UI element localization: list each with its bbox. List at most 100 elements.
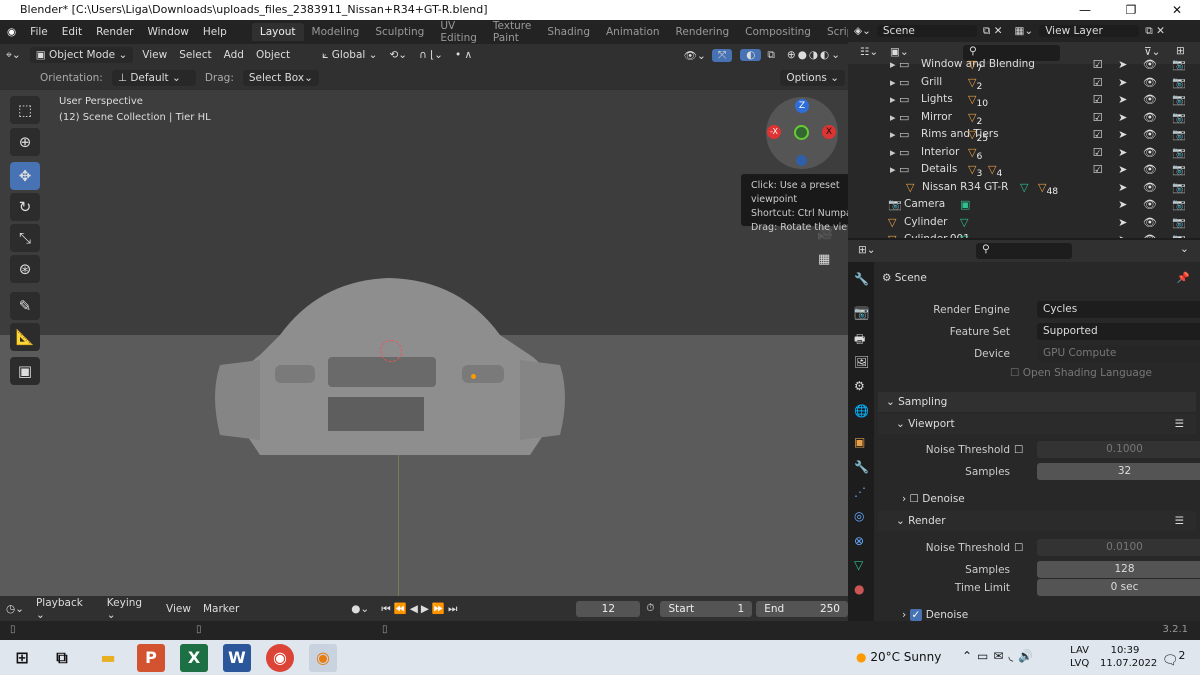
clock[interactable]: 10:39 11.07.2022 xyxy=(1100,644,1157,670)
notifications-icon[interactable]: 🗨2 xyxy=(1162,649,1185,668)
stopwatch-icon[interactable]: ⏱ xyxy=(640,602,660,615)
tab-sculpting[interactable]: Sculpting xyxy=(367,23,432,41)
tab-shading[interactable]: Shading xyxy=(539,23,598,41)
r-denoise-checkbox[interactable]: ✓ xyxy=(909,609,923,621)
visibility-toggles[interactable]: ☑ ➤ 👁 📷 xyxy=(1093,144,1192,162)
sampling-panel-header[interactable]: ⌄ Sampling xyxy=(878,392,1196,412)
material-tab-icon[interactable]: ● xyxy=(854,582,864,596)
menu-help[interactable]: Help xyxy=(196,26,234,38)
maximize-button[interactable]: ❐ xyxy=(1108,0,1154,20)
outliner-row[interactable]: ▸ ▭ Interior ▽6 ☑ ➤ 👁 📷 xyxy=(848,144,1200,162)
visibility-toggles[interactable]: ☑ ➤ 👁 📷 xyxy=(1093,74,1192,92)
vp-samples-field[interactable]: 32 xyxy=(1037,463,1200,480)
r-noise-checkbox[interactable]: ☐ xyxy=(1014,538,1023,558)
outliner-row[interactable]: ▸ ▭ Lights ▽10 ☑ ➤ 👁 📷 xyxy=(848,91,1200,109)
tab-rendering[interactable]: Rendering xyxy=(668,23,738,41)
visibility-toggles[interactable]: ☑ ➤ 👁 📷 xyxy=(1093,109,1192,127)
weather-widget[interactable]: ● 20°C Sunny xyxy=(856,650,941,664)
blender-taskbar-icon[interactable]: ◉ xyxy=(309,644,337,672)
visibility-toggles[interactable]: ➤ 👁 📷 xyxy=(1118,196,1192,214)
object-data-icon[interactable]: ▽ xyxy=(960,214,968,232)
new-view-layer-icon[interactable]: ⧉ ✕ xyxy=(1139,25,1171,38)
r-denoise-row[interactable]: › ✓ Denoise xyxy=(874,605,1200,621)
render-subpanel-header[interactable]: ⌄ Render ☰ xyxy=(878,511,1196,531)
editor-type-icon[interactable]: ⌖⌄ xyxy=(0,49,27,62)
add-cube-tool[interactable]: ▣ xyxy=(10,357,40,385)
data-tab-icon[interactable]: ▽ xyxy=(854,558,863,572)
object-data-icon[interactable]: ▣ xyxy=(960,196,970,214)
shading-modes-icon[interactable]: ⊕●◑◐⌄ xyxy=(781,49,848,61)
constraints-tab-icon[interactable]: ⊗ xyxy=(854,534,864,548)
annotate-tool[interactable]: ✎ xyxy=(10,292,40,320)
blender-logo-icon[interactable]: ◉ xyxy=(0,26,23,38)
file-explorer-icon[interactable]: ▬ xyxy=(94,644,122,672)
gizmo-z-axis[interactable]: Z xyxy=(795,99,809,113)
end-frame-field[interactable]: End 250 xyxy=(756,600,848,617)
start-frame-field[interactable]: Start 1 xyxy=(660,600,753,617)
menu-keying[interactable]: Keying ⌄ xyxy=(101,597,160,621)
particles-tab-icon[interactable]: ⋰ xyxy=(854,485,866,499)
3d-cursor-icon[interactable] xyxy=(380,340,402,362)
outliner-row[interactable]: ▽ Cylinder ▽ ➤ 👁 📷 xyxy=(848,214,1200,232)
tab-texture-paint[interactable]: Texture Paint xyxy=(485,17,539,47)
tab-uv-editing[interactable]: UV Editing xyxy=(432,17,485,47)
menu-edit[interactable]: Edit xyxy=(55,26,89,38)
physics-tab-icon[interactable]: ◎ xyxy=(854,509,864,523)
object-data-icon[interactable]: ▽ xyxy=(1020,179,1028,197)
close-button[interactable]: ✕ xyxy=(1154,0,1200,20)
outliner-row[interactable]: ▸ ▭ Mirror ▽2 ☑ ➤ 👁 📷 xyxy=(848,109,1200,127)
proportional-edit-icon[interactable]: • ∧ xyxy=(449,49,478,61)
gizmo-neg-x-axis[interactable]: -X xyxy=(767,125,781,139)
visibility-toggles[interactable]: ☑ ➤ 👁 📷 xyxy=(1093,56,1192,74)
powerpoint-icon[interactable]: P xyxy=(137,644,165,672)
editor-type-icon[interactable]: ⊞⌄ xyxy=(858,244,876,256)
osl-checkbox[interactable]: ☐ Open Shading Language xyxy=(1010,363,1152,383)
feature-set-dropdown[interactable]: Supported xyxy=(1037,323,1200,340)
properties-search-input[interactable]: ⚲ xyxy=(976,243,1072,259)
vp-noise-field[interactable]: 0.1000 xyxy=(1037,441,1200,458)
scale-tool[interactable]: ⤡ xyxy=(10,224,40,252)
outliner-row[interactable]: 📷 Camera ▣ ➤ 👁 📷 xyxy=(848,196,1200,214)
view-layer-selector[interactable]: View Layer xyxy=(1039,25,1140,37)
measure-tool[interactable]: 📐 xyxy=(10,323,40,351)
outliner-row[interactable]: ▸ ▭ Rims and Tiers ▽25 ☑ ➤ 👁 📷 xyxy=(848,126,1200,144)
pin-icon[interactable]: 📌 xyxy=(1177,268,1190,288)
scene-tab-icon[interactable]: ⚙ xyxy=(854,379,865,393)
gizmo-neg-z-axis[interactable] xyxy=(796,155,807,166)
visibility-toggles[interactable]: ☑ ➤ 👁 📷 xyxy=(1093,91,1192,109)
menu-object[interactable]: Object xyxy=(250,49,296,61)
xray-icon[interactable]: ⧉ xyxy=(761,49,781,62)
output-tab-icon[interactable]: 🖶 xyxy=(854,330,865,351)
object-data-icon[interactable]: ▽ xyxy=(960,231,968,238)
view-layer-icon[interactable]: ▦⌄ xyxy=(1009,25,1040,37)
navigation-gizmo[interactable]: Z X -X xyxy=(766,97,838,169)
visibility-toggles[interactable]: ☑ ➤ 👁 📷 xyxy=(1093,126,1192,144)
snap-icon[interactable]: ∩ ⌊⌄ xyxy=(413,49,449,61)
outliner-row[interactable]: ▸ ▭ Window and Blending ▽7 ☑ ➤ 👁 📷 xyxy=(848,56,1200,74)
menu-render[interactable]: Render xyxy=(89,26,140,38)
pivot-icon[interactable]: ⟲⌄ xyxy=(383,49,413,61)
render-tab-icon[interactable]: 📷 xyxy=(854,306,869,320)
tab-layout[interactable]: Layout xyxy=(251,23,304,41)
world-tab-icon[interactable]: 🌐 xyxy=(854,404,869,418)
options-dropdown[interactable]: Options ⌄ xyxy=(780,70,845,86)
gizmo-toggle-icon[interactable]: ⤧ xyxy=(711,48,733,62)
device-dropdown[interactable]: GPU Compute xyxy=(1037,345,1200,362)
car-model[interactable] xyxy=(200,275,580,475)
new-scene-icon[interactable]: ⧉ ✕ xyxy=(977,25,1009,38)
options-chevron-icon[interactable]: ⌄ xyxy=(1180,243,1189,255)
overlay-toggle-icon[interactable]: ◐ xyxy=(740,49,762,61)
vp-noise-checkbox[interactable]: ☐ xyxy=(1014,440,1023,460)
tab-modeling[interactable]: Modeling xyxy=(304,23,368,41)
render-engine-dropdown[interactable]: Cycles xyxy=(1037,301,1200,318)
record-button[interactable]: ●⌄ xyxy=(345,603,375,615)
gizmo-y-axis[interactable] xyxy=(794,125,809,140)
vp-denoise-row[interactable]: › ☐ Denoise xyxy=(874,489,1200,509)
word-icon[interactable]: W xyxy=(223,644,251,672)
menu-window[interactable]: Window xyxy=(140,26,195,38)
outliner-row[interactable]: ▽Cylinder.001▽➤ 👁 📷 xyxy=(848,231,1200,238)
language-indicator[interactable]: LAV LVQ xyxy=(1070,644,1089,670)
r-samples-field[interactable]: 128 xyxy=(1037,561,1200,578)
start-button[interactable]: ⊞ xyxy=(8,644,36,672)
visibility-toggles[interactable]: ☑ ➤ 👁 📷 xyxy=(1093,161,1192,179)
